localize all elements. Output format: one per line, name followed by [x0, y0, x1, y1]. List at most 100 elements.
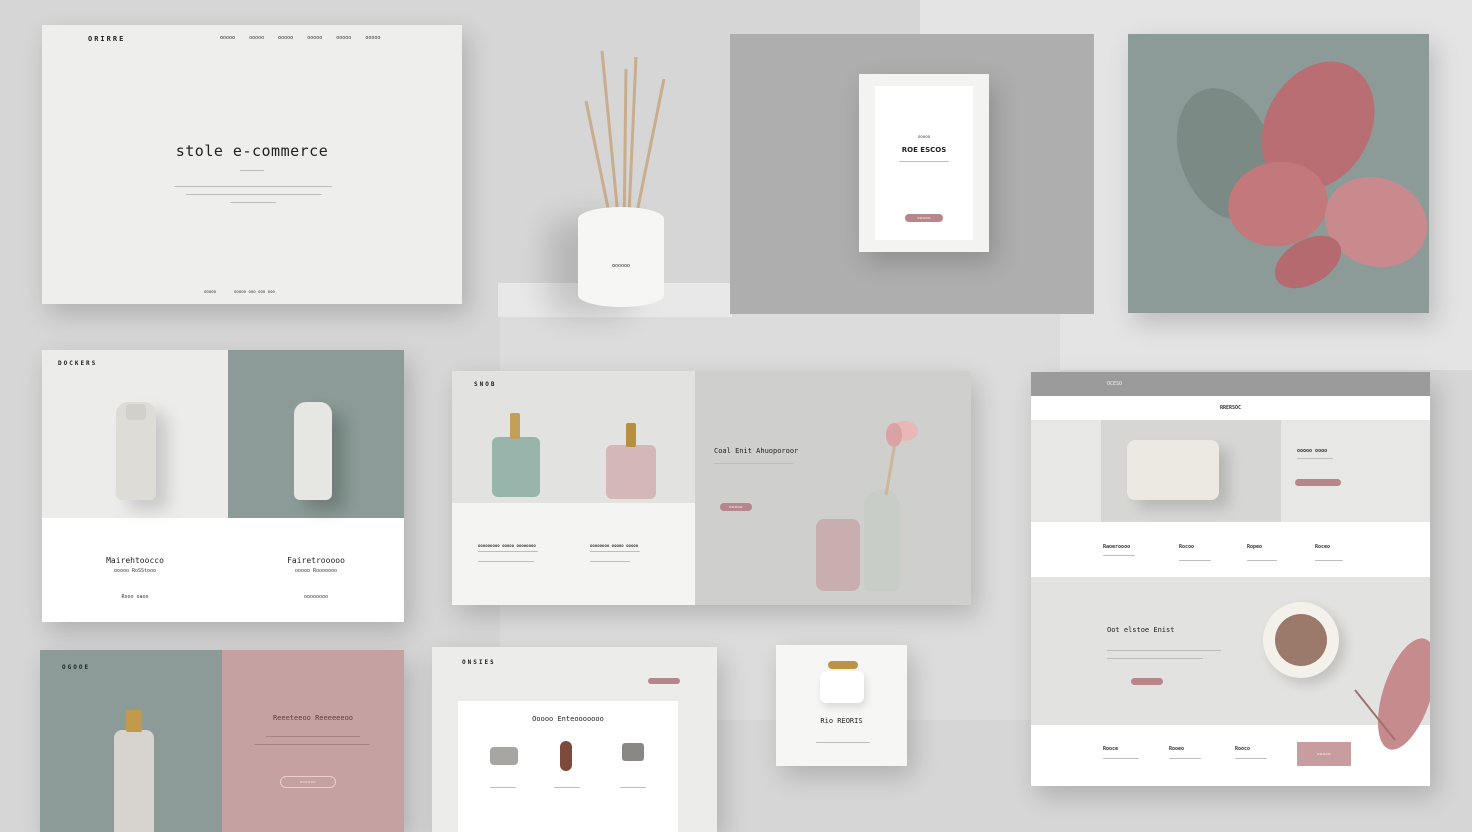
- right-site-footer-col: Rooce: [1103, 746, 1119, 752]
- diffuser-scene: oooooo: [462, 25, 732, 320]
- right-site-section-button[interactable]: [1131, 678, 1163, 685]
- soaps-item2-line: [590, 561, 630, 562]
- right-site-col: Ropeo: [1247, 544, 1263, 550]
- jar-card: Rio REORIS: [776, 645, 907, 766]
- soaps-cta-button[interactable]: ooooo: [720, 503, 752, 511]
- bottle-panel-brand[interactable]: OGOOE: [62, 664, 90, 671]
- hero-copy-line: [174, 186, 332, 187]
- right-site-brand[interactable]: OCESO: [1107, 381, 1122, 387]
- soaps-cta-label: ooooo: [729, 504, 743, 509]
- pink-flower-icon: [884, 421, 918, 496]
- bottle-panel-bottle: [114, 730, 154, 832]
- soaps-headline-copy: [714, 463, 794, 464]
- bottle-left-cap: [126, 404, 146, 420]
- right-site-col-line: [1179, 560, 1211, 561]
- right-site-col: Roceo: [1315, 544, 1331, 550]
- right-site-product-button[interactable]: [1295, 479, 1341, 486]
- right-site-box: [1127, 440, 1219, 500]
- bottle-right: [294, 402, 332, 500]
- shop-item-hat: [622, 743, 644, 761]
- hero-title: stole e-commerce: [175, 142, 329, 160]
- shop-header-button[interactable]: [648, 678, 680, 684]
- soaps-brand-logo[interactable]: SNOB: [474, 381, 496, 388]
- right-site-section-copy: [1107, 658, 1203, 659]
- right-site-footer-button[interactable]: ooooo: [1297, 742, 1351, 766]
- right-site-footer-line: [1103, 758, 1139, 759]
- product-card-title: ROE ESCOS: [901, 146, 947, 154]
- bottle-panel-copy: [266, 736, 360, 737]
- right-site-leaf-icon: [1354, 638, 1430, 750]
- bottle-panel-copy: [254, 744, 370, 745]
- soaps-item2-title: oooooooo ooooo ooooo: [590, 543, 639, 548]
- flower-petals-image: [1176, 61, 1428, 289]
- product-card-kicker: ooooo: [917, 134, 931, 139]
- soaps-item1-title: ooooooooo ooooo oooooooo: [478, 543, 536, 548]
- vase-tall: [864, 489, 900, 591]
- hero-footer-right[interactable]: ooooo ooo ooo ooo: [234, 289, 275, 294]
- shop-inner-title: Ooooo Enteooooooo: [532, 715, 604, 723]
- products-right-link[interactable]: oooooooo: [228, 594, 404, 600]
- products-left-link[interactable]: Rooo oaoo: [42, 594, 228, 600]
- shop-brand[interactable]: ONSIES: [462, 659, 496, 666]
- hero-nav-item[interactable]: ooooo: [365, 35, 380, 41]
- shop-item-caption: [554, 787, 580, 788]
- right-site-panel: OCESO RRERSOC ooooo oooo Raoeroooo Rocoo…: [1031, 372, 1430, 786]
- bottle-panel-button[interactable]: oooooo: [280, 776, 336, 788]
- right-site-footer-line: [1235, 758, 1267, 759]
- jar-lid: [828, 661, 858, 669]
- shop-item-caption: [490, 787, 516, 788]
- soaps-panel: SNOB ooooooooo ooooo oooooooo oooooooo o…: [452, 371, 971, 605]
- vase-short: [816, 519, 860, 591]
- products-right-title: Fairetrooooo: [287, 556, 345, 565]
- diffuser-label: oooooo: [611, 263, 631, 269]
- soaps-item2-line: [590, 551, 640, 552]
- bottle-panel-rose: [222, 650, 404, 832]
- hero-divider: [240, 170, 264, 171]
- hero-nav-item[interactable]: ooooo: [249, 35, 264, 41]
- products-left-sub: ooooo RoSStooo: [113, 568, 157, 574]
- hero-copy-line: [186, 194, 322, 195]
- soap-pump-sage: [510, 413, 520, 439]
- right-site-product-copy: [1297, 458, 1333, 459]
- product-card-copy: [899, 161, 949, 162]
- soaps-item1-line: [478, 561, 534, 562]
- shop-item-spoon: [560, 741, 572, 771]
- hero-panel: ORIRRE ooooo ooooo ooooo ooooo ooooo ooo…: [42, 25, 462, 304]
- right-site-section-copy: [1107, 650, 1221, 651]
- diffuser-vessel: [578, 207, 664, 307]
- soaps-headline: Coal Enit Ahuoporoor: [714, 447, 799, 455]
- hero-brand-logo[interactable]: ORIRRE: [88, 35, 125, 43]
- hero-nav: ooooo ooooo ooooo ooooo ooooo ooooo: [220, 35, 380, 41]
- right-site-col-line: [1247, 560, 1277, 561]
- products-left-title: Mairehtoocco: [106, 556, 164, 565]
- product-card: ooooo ROE ESCOS ooooo: [859, 74, 989, 252]
- shop-item-tin: [490, 747, 518, 765]
- hero-nav-item[interactable]: ooooo: [278, 35, 293, 41]
- right-site-col: Raoeroooo: [1103, 544, 1131, 550]
- right-site-section-title: Oot elstoe Enist: [1107, 626, 1175, 634]
- bottle-panel-button-label: oooooo: [299, 779, 317, 784]
- bottle-panel-title: Reeeteeoo Reeeeeeoo: [272, 714, 354, 722]
- jar-body: [820, 671, 864, 703]
- right-site-col: Rocoo: [1179, 544, 1195, 550]
- soap-pump-pink: [626, 423, 636, 447]
- soaps-bottom-area: [452, 503, 695, 605]
- hero-nav-item[interactable]: ooooo: [307, 35, 322, 41]
- products-brand-logo[interactable]: DOCKERS: [58, 360, 97, 367]
- hero-copy-line: [230, 202, 276, 203]
- hero-nav-item[interactable]: ooooo: [336, 35, 351, 41]
- right-site-col-line: [1315, 560, 1343, 561]
- shop-item-caption: [620, 787, 646, 788]
- right-site-bowl-content: [1275, 614, 1327, 666]
- hero-footer-left[interactable]: ooooo: [204, 289, 216, 294]
- product-card-button-label: ooooo: [917, 215, 931, 220]
- hero-nav-item[interactable]: ooooo: [220, 35, 235, 41]
- bottle-panel: OGOOE Reeeteeoo Reeeeeeoo oooooo: [40, 650, 404, 832]
- jar-card-copy: [816, 742, 870, 743]
- soaps-left-area: [452, 371, 695, 503]
- product-card-button[interactable]: ooooo: [905, 214, 943, 222]
- bottle-panel-cap: [126, 710, 142, 732]
- right-site-col-line: [1103, 555, 1135, 556]
- soaps-item1-line: [478, 551, 538, 552]
- products-right-sub: ooooo Rooooooo: [294, 568, 338, 574]
